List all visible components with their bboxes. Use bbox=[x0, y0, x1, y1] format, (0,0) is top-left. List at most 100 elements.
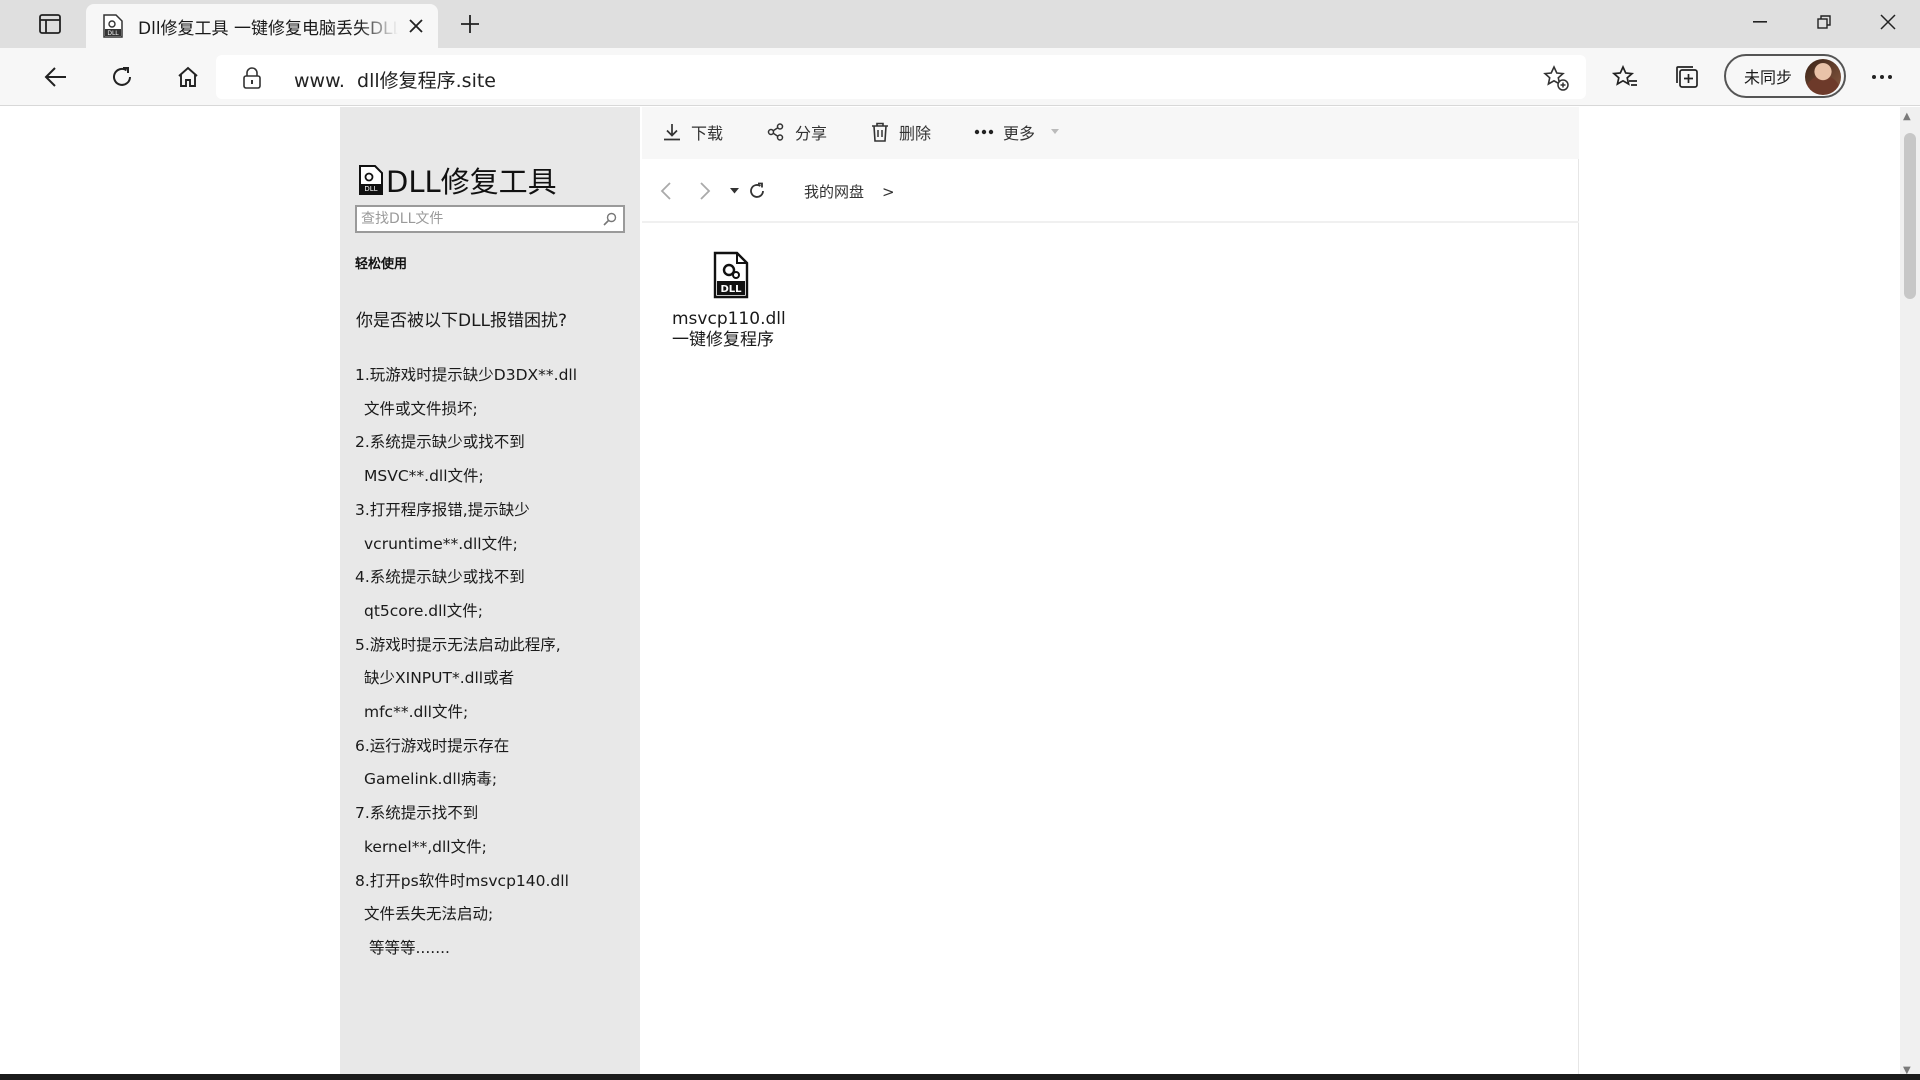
tab-title: Dll修复工具 一键修复电脑丢失DLL bbox=[138, 18, 398, 39]
tab-actions-button[interactable] bbox=[30, 8, 70, 40]
trash-icon bbox=[870, 122, 890, 142]
settings-menu-button[interactable] bbox=[1864, 63, 1900, 91]
active-tab[interactable]: DLL Dll修复工具 一键修复电脑丢失DLL bbox=[86, 4, 438, 48]
refresh-icon bbox=[750, 182, 764, 198]
chevron-right-icon bbox=[700, 182, 711, 200]
download-icon bbox=[662, 122, 682, 142]
issue-list-item: 1.玩游戏时提示缺少D3DX**.dll bbox=[355, 366, 578, 384]
file-name-line1: msvcp110.dll bbox=[672, 309, 786, 329]
issue-list-item: MSVC**.dll文件; bbox=[364, 467, 484, 486]
favorites-icon bbox=[1612, 65, 1637, 86]
history-dropdown-button[interactable] bbox=[722, 179, 746, 203]
sidebar-icon bbox=[39, 14, 61, 34]
dll-file-icon: DLL bbox=[359, 165, 383, 195]
file-name-line2: 一键修复程序 bbox=[672, 330, 774, 350]
site-title: DLL修复工具 bbox=[386, 165, 557, 199]
share-icon bbox=[766, 122, 786, 142]
page-scrollbar[interactable]: ▲ ▼ bbox=[1900, 107, 1920, 1080]
issue-list-item: 7.系统提示找不到 bbox=[355, 804, 479, 823]
page-viewport: DLL DLL修复工具 轻松使用 你是否被以下DLL报错困扰? 1.玩游戏时提示… bbox=[0, 107, 1920, 1080]
file-name: msvcp110.dll 一键修复程序 bbox=[672, 309, 812, 351]
delete-button[interactable]: 删除 bbox=[870, 119, 931, 145]
ellipsis-icon bbox=[974, 122, 994, 142]
reload-folder-button[interactable] bbox=[745, 179, 769, 203]
dll-file-icon: DLL bbox=[713, 251, 749, 299]
file-icon-label: DLL bbox=[720, 284, 742, 295]
search-icon[interactable] bbox=[602, 211, 618, 227]
dll-issues-list: 1.玩游戏时提示缺少D3DX**.dll 文件或文件损坏; 2.系统提示缺少或找不到… bbox=[355, 359, 635, 966]
nav-forward-button[interactable] bbox=[693, 179, 717, 203]
avatar bbox=[1805, 59, 1841, 95]
window-bottom-edge bbox=[0, 1074, 1920, 1080]
refresh-button[interactable] bbox=[102, 59, 142, 95]
back-button[interactable] bbox=[36, 59, 76, 95]
dll-search-box[interactable] bbox=[355, 205, 625, 233]
url-host: dll修复程序.site bbox=[357, 70, 496, 92]
tab-close-button[interactable] bbox=[404, 14, 428, 38]
url-text[interactable]: www. dll修复程序.site bbox=[294, 66, 496, 93]
issue-list-item: qt5core.dll文件; bbox=[364, 601, 483, 620]
more-label: 更多 bbox=[1003, 124, 1036, 143]
close-icon bbox=[409, 19, 423, 33]
minimize-button[interactable] bbox=[1730, 0, 1790, 44]
minimize-icon bbox=[1753, 21, 1767, 23]
issue-list-item: 5.游戏时提示无法启动此程序, bbox=[355, 635, 561, 654]
caret-down-icon bbox=[729, 188, 739, 194]
lock-icon[interactable] bbox=[242, 67, 262, 89]
chevron-left-icon bbox=[660, 182, 671, 200]
download-label: 下载 bbox=[691, 124, 724, 143]
back-icon bbox=[44, 67, 66, 87]
issue-list-item: 4.系统提示缺少或找不到 bbox=[355, 568, 525, 587]
issue-list-item: 文件或文件损坏; bbox=[364, 399, 478, 418]
refresh-icon bbox=[113, 67, 131, 86]
profile-button[interactable]: 未同步 bbox=[1724, 54, 1846, 98]
caret-down-icon bbox=[1051, 129, 1060, 134]
restore-button[interactable] bbox=[1794, 0, 1854, 44]
issue-list-item: vcruntime**.dll文件; bbox=[364, 534, 518, 553]
issue-list-item: 2.系统提示缺少或找不到 bbox=[355, 433, 525, 452]
issue-list-item: kernel**,dll文件; bbox=[364, 837, 487, 856]
window-close-button[interactable] bbox=[1858, 0, 1918, 44]
left-sidebar: DLL DLL修复工具 轻松使用 你是否被以下DLL报错困扰? 1.玩游戏时提示… bbox=[340, 107, 640, 1080]
plus-icon bbox=[461, 15, 479, 33]
issue-list-item: mfc**.dll文件; bbox=[364, 703, 469, 722]
issue-list-item: 文件丢失无法启动; bbox=[364, 905, 494, 924]
svg-text:DLL: DLL bbox=[364, 185, 377, 193]
file-item[interactable]: DLL msvcp110.dll 一键修复程序 bbox=[672, 251, 812, 351]
file-actions-toolbar: 下载 分享 删除 更多 bbox=[642, 107, 1579, 159]
more-icon bbox=[1872, 75, 1892, 79]
close-icon bbox=[1880, 14, 1896, 30]
add-favorite-icon[interactable] bbox=[1542, 64, 1570, 92]
favorites-button[interactable] bbox=[1609, 61, 1641, 93]
file-manager: 下载 分享 删除 更多 我的网盘 > DLL msvcp110.dll 一键修复… bbox=[642, 107, 1579, 1080]
breadcrumb-root[interactable]: 我的网盘 bbox=[804, 181, 864, 202]
browser-toolbar: www. dll修复程序.site 未同步 bbox=[0, 48, 1920, 106]
issue-list-item: 3.打开程序报错,提示缺少 bbox=[355, 500, 530, 519]
scrollbar-thumb[interactable] bbox=[1904, 133, 1916, 299]
home-icon bbox=[178, 66, 198, 87]
file-navigation-bar: 我的网盘 > bbox=[642, 159, 1579, 223]
address-bar[interactable]: www. dll修复程序.site bbox=[216, 55, 1586, 99]
dll-search-input[interactable] bbox=[361, 209, 591, 229]
breadcrumb: 我的网盘 > bbox=[804, 181, 895, 202]
issue-list-item: 8.打开ps软件时msvcp140.dll bbox=[355, 871, 569, 890]
url-prefix: www. bbox=[294, 70, 345, 92]
issue-list-item: 等等等....... bbox=[369, 938, 450, 957]
issue-list-item: 缺少XINPUT*.dll或者 bbox=[364, 669, 515, 688]
profile-status-label: 未同步 bbox=[1744, 68, 1793, 87]
scroll-up-arrow-icon[interactable]: ▲ bbox=[1903, 111, 1911, 122]
restore-icon bbox=[1817, 15, 1831, 29]
breadcrumb-separator: > bbox=[882, 182, 895, 201]
nav-back-button[interactable] bbox=[654, 179, 678, 203]
issues-heading: 你是否被以下DLL报错困扰? bbox=[356, 311, 568, 331]
issue-list-item: 6.运行游戏时提示存在 bbox=[355, 736, 510, 755]
download-button[interactable]: 下载 bbox=[662, 119, 723, 145]
more-button[interactable]: 更多 bbox=[974, 119, 1060, 145]
share-button[interactable]: 分享 bbox=[766, 119, 827, 145]
tab-strip: DLL Dll修复工具 一键修复电脑丢失DLL bbox=[0, 0, 1920, 48]
new-tab-button[interactable] bbox=[452, 8, 488, 40]
home-button[interactable] bbox=[168, 59, 208, 95]
delete-label: 删除 bbox=[899, 124, 932, 143]
collections-button[interactable] bbox=[1671, 61, 1703, 93]
site-logo[interactable]: DLL DLL修复工具 bbox=[358, 159, 557, 201]
